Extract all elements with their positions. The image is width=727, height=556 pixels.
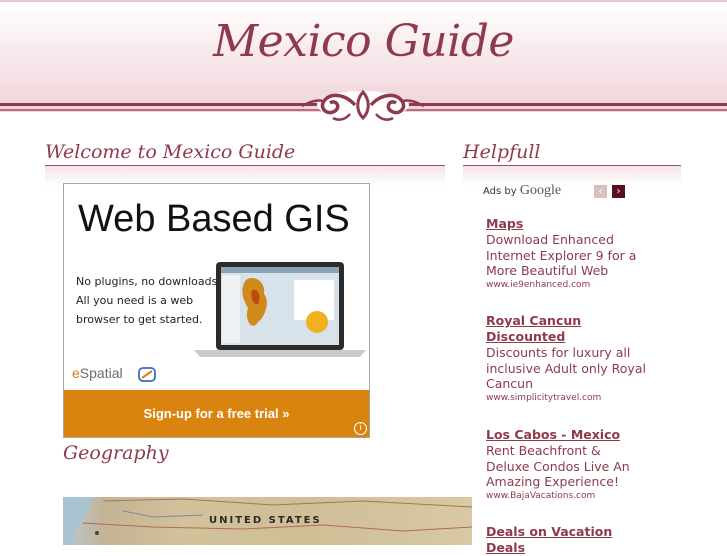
ad-url[interactable]: www.simplicitytravel.com xyxy=(486,392,646,404)
ad-title-link[interactable]: Maps xyxy=(486,216,646,232)
espatial-logo: eSpatial xyxy=(72,365,123,381)
ad-url[interactable]: www.BajaVacations.com xyxy=(486,490,646,502)
sidebar-ad[interactable]: Maps Download Enhanced Internet Explorer… xyxy=(486,216,646,291)
ad-title-link[interactable]: Deals on Vacation Deals xyxy=(486,524,646,556)
welcome-heading: Welcome to Mexico Guide xyxy=(45,141,296,163)
ad-description: Download Enhanced Internet Explorer 9 fo… xyxy=(486,232,637,278)
ad-description: Rent Beachfront & Deluxe Condos Live An … xyxy=(486,443,630,489)
sidebar-ad[interactable]: Royal Cancun Discounted Discounts for lu… xyxy=(486,313,646,404)
gis-banner-ad[interactable]: Web Based GIS No plugins, no downloads. … xyxy=(63,183,370,438)
geography-heading: Geography xyxy=(63,442,169,464)
espatial-logo-icon xyxy=(138,367,156,382)
ad-title-link[interactable]: Royal Cancun Discounted xyxy=(486,313,646,345)
flourish-ornament-icon xyxy=(301,89,425,121)
sidebar-ad[interactable]: Deals on Vacation Deals xyxy=(486,524,646,556)
ad-info-icon[interactable]: i xyxy=(354,422,367,435)
map-label: UNITED STATES xyxy=(209,515,322,526)
site-title[interactable]: Mexico Guide xyxy=(0,16,727,67)
mexico-map-image: UNITED STATES xyxy=(63,497,472,545)
sidebar-ad[interactable]: Los Cabos - Mexico Rent Beachfront & Del… xyxy=(486,427,646,502)
laptop-map-image xyxy=(194,262,366,357)
ad-next-button[interactable]: › xyxy=(612,185,625,198)
ad-prev-button[interactable]: ‹ xyxy=(594,185,607,198)
free-trial-button[interactable]: Sign-up for a free trial » xyxy=(64,390,369,437)
ad-description: Discounts for luxury all inclusive Adult… xyxy=(486,345,646,391)
ad-url[interactable]: www.ie9enhanced.com xyxy=(486,279,646,291)
sidebar-heading: Helpfull xyxy=(463,141,541,163)
ad-headline: Web Based GIS xyxy=(78,198,350,240)
ad-title-link[interactable]: Los Cabos - Mexico xyxy=(486,427,646,443)
ads-by-google[interactable]: Ads by Google xyxy=(483,183,561,199)
